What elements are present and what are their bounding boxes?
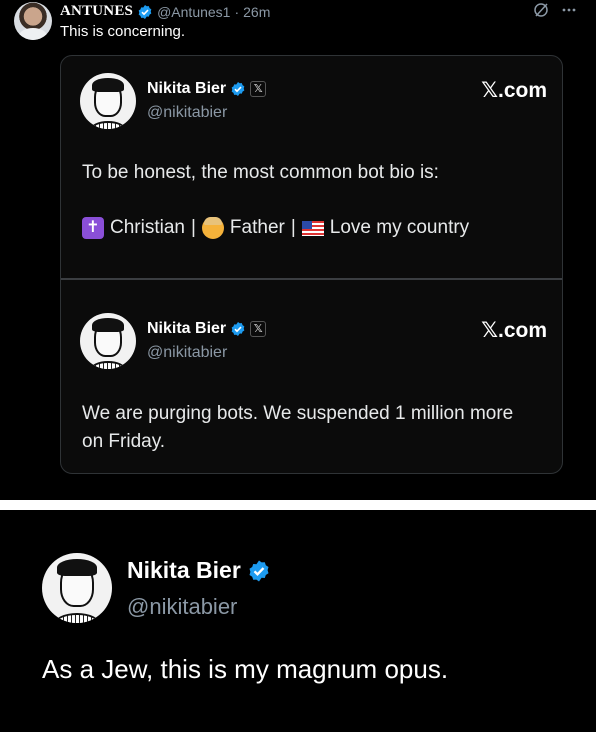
us-flag-emoji-icon <box>301 220 324 236</box>
embed-text-line: We are purging bots. We suspended 1 mill… <box>82 403 514 424</box>
author-name[interactable]: ANTUNES <box>60 3 133 20</box>
post-handle[interactable]: @nikitabier <box>127 594 237 620</box>
cross-emoji-icon: ✝ <box>82 217 104 239</box>
embed-handle[interactable]: @nikitabier <box>147 104 227 122</box>
embed-author: Nikita Bier 𝕏 <box>147 320 267 338</box>
affiliate-x-icon: 𝕏 <box>250 81 267 97</box>
bio-item: Love my country <box>329 217 470 238</box>
affiliate-x-icon: 𝕏 <box>250 321 267 337</box>
bot-bio-line: ✝ Christian | Father | Love my country <box>82 214 469 242</box>
post-author: Nikita Bier <box>127 557 271 584</box>
bio-item: Father <box>229 217 285 238</box>
x-brand-logo: 𝕏.com <box>481 79 547 102</box>
tweet: ANTUNES @Antunes1 · 26m This is concerni… <box>0 0 596 500</box>
verified-badge-icon <box>138 4 152 19</box>
embedded-post-1[interactable]: Nikita Bier 𝕏 @nikitabier 𝕏.com To be ho… <box>61 56 562 278</box>
tweet-actions <box>532 2 578 23</box>
embed-handle[interactable]: @nikitabier <box>147 344 227 362</box>
author-avatar[interactable] <box>14 2 52 40</box>
grok-icon[interactable] <box>532 2 550 23</box>
bio-separator: | <box>190 217 196 238</box>
embedded-post-2[interactable]: Nikita Bier 𝕏 @nikitabier 𝕏.com We are p… <box>61 280 562 473</box>
embed-avatar[interactable] <box>80 73 136 129</box>
embed-author-name[interactable]: Nikita Bier <box>147 80 226 98</box>
post-text: As a Jew, this is my magnum opus. <box>42 654 449 684</box>
embedded-posts-card[interactable]: Nikita Bier 𝕏 @nikitabier 𝕏.com To be ho… <box>60 55 563 474</box>
embed-text: To be honest, the most common bot bio is… <box>82 162 439 183</box>
bio-separator: | <box>290 217 296 238</box>
more-icon[interactable] <box>560 2 578 23</box>
tweet-header: ANTUNES @Antunes1 · 26m <box>60 3 270 20</box>
white-divider-band <box>0 500 596 510</box>
embed-author: Nikita Bier 𝕏 <box>147 80 267 98</box>
tweet-text: This is concerning. <box>60 23 186 40</box>
man-emoji-icon <box>201 217 224 239</box>
author-handle[interactable]: @Antunes1 <box>157 4 230 20</box>
embed-text-line: on Friday. <box>82 431 166 452</box>
timestamp[interactable]: 26m <box>243 4 270 20</box>
x-brand-logo: 𝕏.com <box>481 319 547 342</box>
verified-badge-icon <box>231 82 245 96</box>
embed-author-name[interactable]: Nikita Bier <box>147 320 226 338</box>
post-avatar[interactable] <box>42 553 112 623</box>
verified-badge-icon <box>231 322 245 336</box>
embed-avatar[interactable] <box>80 313 136 369</box>
post-author-name[interactable]: Nikita Bier <box>127 557 241 584</box>
bio-item: Christian <box>110 217 185 238</box>
time-separator: · <box>234 3 240 20</box>
verified-badge-icon <box>249 560 269 581</box>
